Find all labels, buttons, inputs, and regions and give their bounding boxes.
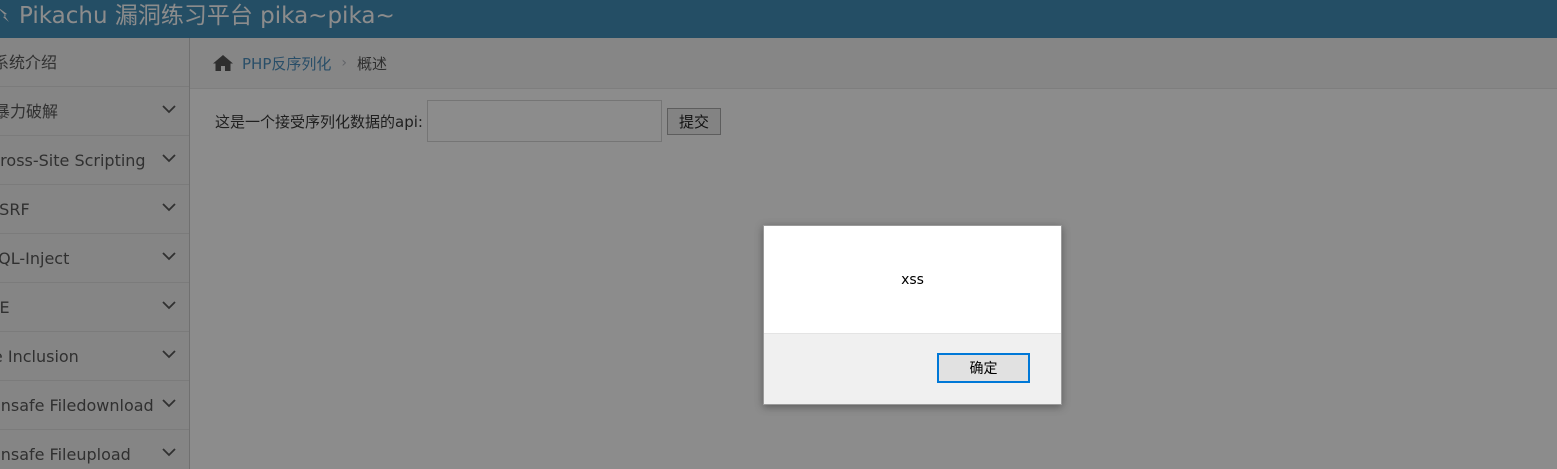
ok-button[interactable]: 确定 <box>937 353 1030 383</box>
page: Pikachu 漏洞练习平台 pika~pika~ 系统介绍 暴力破解 Cros… <box>0 0 1557 469</box>
alert-dialog: xss 确定 <box>763 225 1062 405</box>
alert-message: xss <box>901 271 924 288</box>
alert-footer: 确定 <box>764 333 1061 404</box>
